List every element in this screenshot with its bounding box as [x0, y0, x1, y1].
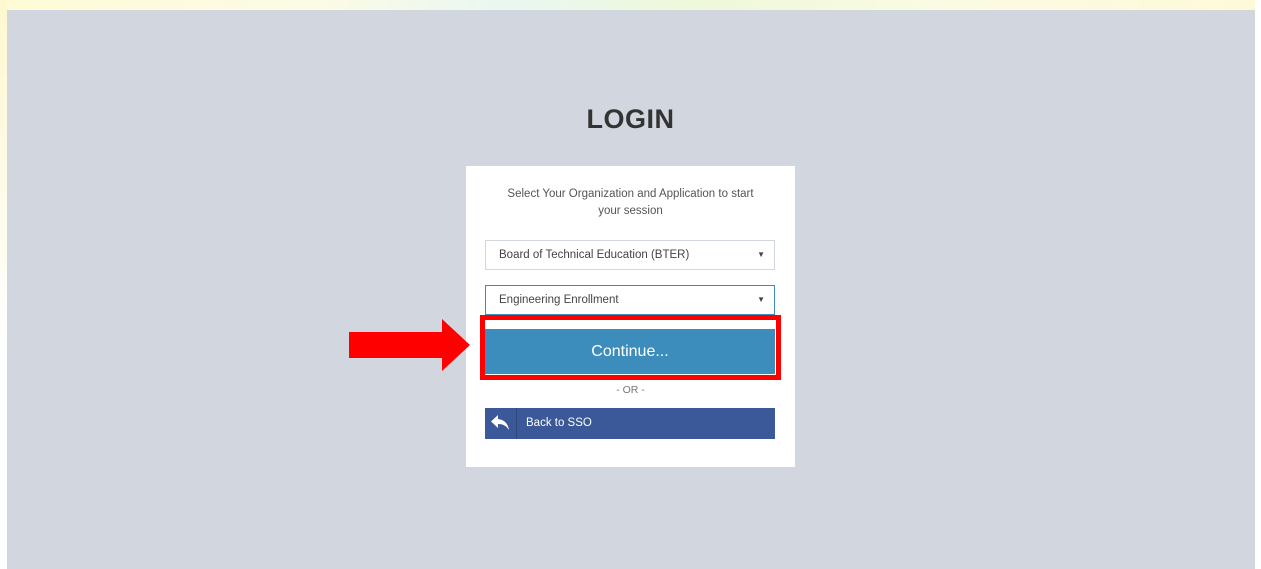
page-title: LOGIN	[586, 104, 675, 134]
continue-button[interactable]: Continue...	[485, 329, 775, 374]
organization-select[interactable]: Board of Technical Education (BTER) ▼	[485, 240, 775, 270]
or-divider: - OR -	[616, 384, 645, 396]
chevron-down-icon: ▼	[757, 295, 765, 304]
application-select-value: Engineering Enrollment	[499, 294, 619, 306]
top-header-strip	[0, 0, 1261, 10]
login-instructions: Select Your Organization and Application…	[507, 188, 754, 217]
back-to-sso-button[interactable]: Back to SSO	[485, 408, 775, 439]
back-to-sso-label: Back to SSO	[526, 417, 592, 429]
right-margin	[1255, 0, 1261, 569]
organization-select-value: Board of Technical Education (BTER)	[499, 249, 690, 261]
left-header-strip	[0, 0, 7, 569]
application-select[interactable]: Engineering Enrollment ▼	[485, 285, 775, 315]
login-card: Select Your Organization and Application…	[466, 166, 795, 467]
chevron-down-icon: ▼	[757, 250, 765, 259]
reply-arrow-icon	[485, 408, 517, 439]
red-arrow-annotation-icon	[349, 319, 470, 371]
